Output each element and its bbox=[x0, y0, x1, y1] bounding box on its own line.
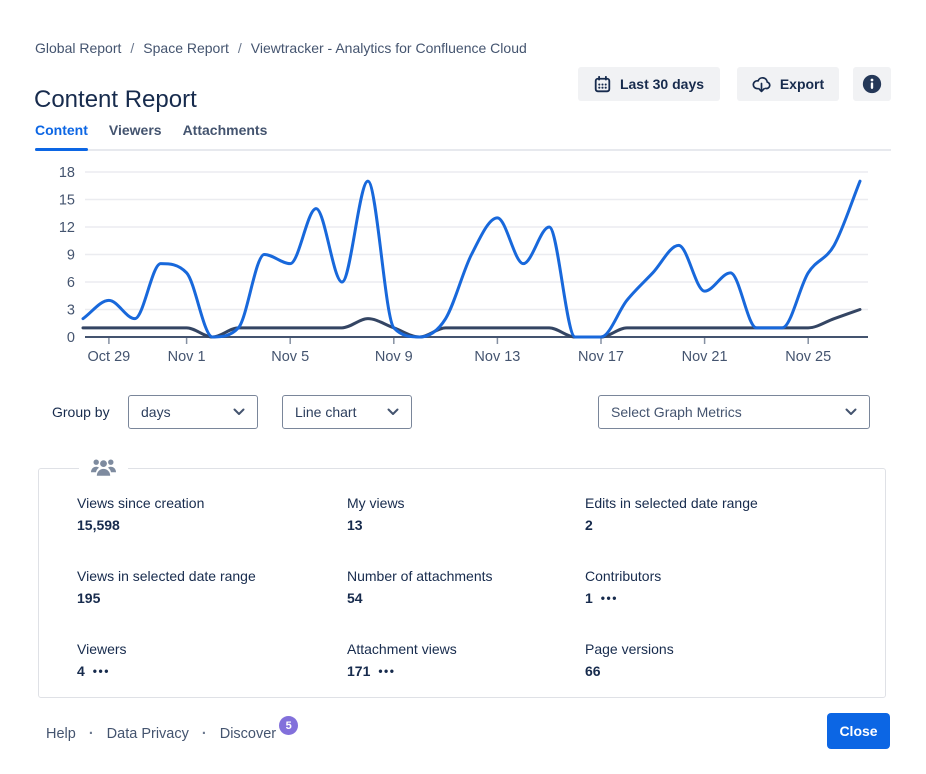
svg-text:12: 12 bbox=[59, 220, 75, 236]
stat-viewers: Viewers 4 ••• bbox=[77, 641, 347, 714]
graph-metrics-select[interactable]: Select Graph Metrics bbox=[598, 395, 870, 429]
graph-metrics-placeholder: Select Graph Metrics bbox=[611, 404, 742, 420]
svg-text:Nov 13: Nov 13 bbox=[474, 349, 520, 365]
stat-value: 13 bbox=[347, 517, 363, 533]
breadcrumb: Global Report / Space Report / Viewtrack… bbox=[35, 40, 527, 56]
stat-label: Views since creation bbox=[77, 495, 347, 511]
chart-type-select[interactable]: Line chart bbox=[282, 395, 412, 429]
stat-label: Views in selected date range bbox=[77, 568, 347, 584]
export-cloud-icon bbox=[752, 76, 771, 93]
active-tab-underline bbox=[35, 148, 88, 151]
stat-my-views: My views 13 bbox=[347, 495, 585, 568]
stat-value: 66 bbox=[585, 663, 601, 679]
tab-content[interactable]: Content bbox=[35, 122, 88, 148]
stat-views-in-range: Views in selected date range 195 bbox=[77, 568, 347, 641]
stat-value: 1 bbox=[585, 590, 593, 606]
svg-text:Nov 1: Nov 1 bbox=[168, 349, 206, 365]
stat-page-versions: Page versions 66 bbox=[585, 641, 885, 714]
stat-value: 171 bbox=[347, 663, 370, 679]
discover-notification-badge: 5 bbox=[279, 716, 298, 735]
breadcrumb-global-report[interactable]: Global Report bbox=[35, 40, 121, 56]
svg-text:Nov 25: Nov 25 bbox=[785, 349, 831, 365]
stat-value: 2 bbox=[585, 517, 593, 533]
calendar-icon bbox=[594, 76, 611, 93]
svg-text:18: 18 bbox=[59, 165, 75, 181]
stat-attachment-views: Attachment views 171 ••• bbox=[347, 641, 585, 714]
group-by-label: Group by bbox=[52, 395, 110, 429]
svg-text:9: 9 bbox=[67, 248, 75, 264]
users-icon bbox=[79, 456, 128, 478]
date-range-label: Last 30 days bbox=[620, 76, 704, 92]
chevron-down-icon bbox=[387, 408, 399, 416]
export-button[interactable]: Export bbox=[737, 67, 839, 101]
discover-link[interactable]: Discover bbox=[220, 726, 276, 742]
stat-value: 4 bbox=[77, 663, 85, 679]
stat-value: 54 bbox=[347, 590, 363, 606]
tab-viewers[interactable]: Viewers bbox=[109, 122, 162, 148]
stat-label: Edits in selected date range bbox=[585, 495, 885, 511]
more-button[interactable]: ••• bbox=[601, 592, 618, 604]
stat-label: My views bbox=[347, 495, 585, 511]
svg-text:Nov 5: Nov 5 bbox=[271, 349, 309, 365]
views-chart: 0 3 6 9 12 15 18 Oct 29 Nov 1 Nov 5 Nov 9 Nov 13 Nov… bbox=[0, 155, 926, 373]
group-by-value: days bbox=[141, 404, 171, 420]
breadcrumb-separator: / bbox=[238, 40, 242, 56]
stat-label: Page versions bbox=[585, 641, 885, 657]
export-label: Export bbox=[780, 76, 824, 92]
stat-views-since-creation: Views since creation 15,598 bbox=[77, 495, 347, 568]
stats-grid: Views since creation 15,598 My views 13 … bbox=[39, 469, 885, 714]
content-report-page: Global Report / Space Report / Viewtrack… bbox=[0, 0, 926, 774]
chevron-down-icon bbox=[845, 408, 857, 416]
breadcrumb-space-report[interactable]: Space Report bbox=[143, 40, 229, 56]
footer-separator: · bbox=[202, 726, 207, 742]
info-button[interactable] bbox=[853, 67, 891, 101]
stats-card: Views since creation 15,598 My views 13 … bbox=[38, 468, 886, 698]
stat-label: Contributors bbox=[585, 568, 885, 584]
breadcrumb-separator: / bbox=[130, 40, 134, 56]
svg-text:0: 0 bbox=[67, 330, 75, 346]
stat-number-of-attachments: Number of attachments 54 bbox=[347, 568, 585, 641]
chart-type-value: Line chart bbox=[295, 404, 356, 420]
group-by-select[interactable]: days bbox=[128, 395, 258, 429]
data-privacy-link[interactable]: Data Privacy bbox=[107, 726, 189, 742]
svg-text:6: 6 bbox=[67, 275, 75, 291]
footer-links: Help · Data Privacy · Discover 5 bbox=[46, 724, 298, 743]
more-button[interactable]: ••• bbox=[378, 665, 395, 677]
stat-label: Attachment views bbox=[347, 641, 585, 657]
close-button[interactable]: Close bbox=[827, 713, 890, 749]
svg-text:3: 3 bbox=[67, 303, 75, 319]
svg-text:15: 15 bbox=[59, 193, 75, 209]
svg-text:Nov 21: Nov 21 bbox=[682, 349, 728, 365]
help-link[interactable]: Help bbox=[46, 726, 76, 742]
stat-value: 15,598 bbox=[77, 517, 120, 533]
stat-label: Number of attachments bbox=[347, 568, 585, 584]
stat-value: 195 bbox=[77, 590, 100, 606]
page-title: Content Report bbox=[34, 86, 197, 114]
breadcrumb-current-page[interactable]: Viewtracker - Analytics for Confluence C… bbox=[251, 40, 527, 56]
footer-separator: · bbox=[89, 726, 94, 742]
svg-text:Nov 17: Nov 17 bbox=[578, 349, 624, 365]
tab-attachments[interactable]: Attachments bbox=[183, 122, 268, 148]
stat-edits-in-range: Edits in selected date range 2 bbox=[585, 495, 885, 568]
svg-text:Oct 29: Oct 29 bbox=[88, 349, 131, 365]
info-icon bbox=[861, 73, 883, 95]
tabs-divider bbox=[35, 149, 891, 151]
more-button[interactable]: ••• bbox=[93, 665, 110, 677]
stat-label: Viewers bbox=[77, 641, 347, 657]
svg-text:Nov 9: Nov 9 bbox=[375, 349, 413, 365]
tab-bar: Content Viewers Attachments bbox=[35, 122, 267, 148]
date-range-button[interactable]: Last 30 days bbox=[578, 67, 720, 101]
chevron-down-icon bbox=[233, 408, 245, 416]
stat-contributors: Contributors 1 ••• bbox=[585, 568, 885, 641]
